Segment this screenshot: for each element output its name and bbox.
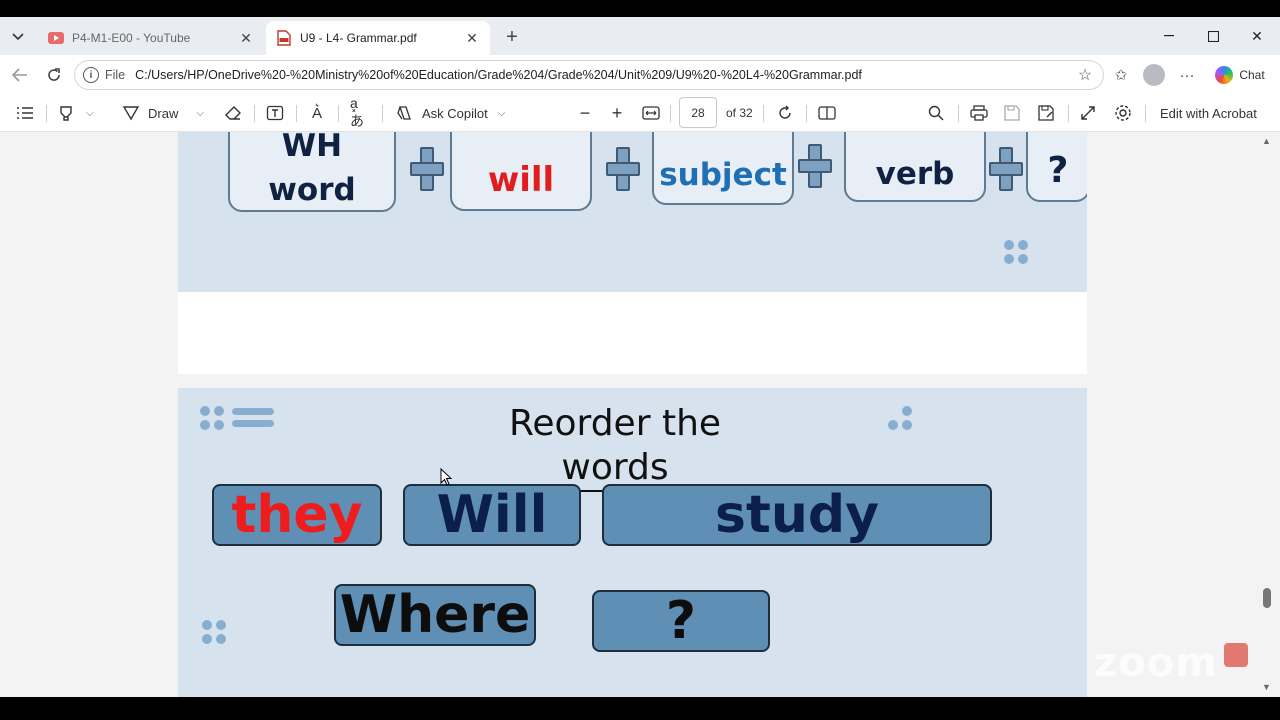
search-icon[interactable]	[928, 101, 944, 125]
scroll-down-arrow-icon[interactable]: ▼	[1262, 682, 1271, 692]
scroll-thumb[interactable]	[1263, 588, 1271, 608]
decorative-dots	[1004, 240, 1030, 266]
formula-question-mark: ?	[1047, 150, 1069, 192]
decorative-dots	[202, 620, 228, 646]
plus-icon	[798, 144, 832, 188]
decorative-dots	[200, 406, 226, 432]
more-options-icon[interactable]: ···	[1176, 63, 1198, 87]
page-number-input[interactable]: 28	[679, 97, 717, 128]
zoom-watermark: zoom	[1094, 640, 1218, 686]
pdf-viewer[interactable]: WH word will subject verb ? Reorder the …	[0, 132, 1280, 697]
formula-card-question-mark: ?	[1026, 132, 1087, 202]
plus-icon	[606, 147, 640, 191]
url-text[interactable]: C:/Users/HP/OneDrive%20-%20Ministry%20of…	[135, 68, 1073, 82]
close-icon[interactable]: ✕	[464, 30, 480, 47]
address-bar[interactable]: i File C:/Users/HP/OneDrive%20-%20Minist…	[74, 60, 1104, 90]
print-icon[interactable]	[970, 101, 988, 125]
edit-with-acrobat-label: Edit with Acrobat	[1160, 105, 1257, 121]
formula-card-subject: subject	[652, 132, 794, 205]
pdf-page-current: Reorder the words they Will study Where …	[178, 388, 1087, 697]
rotate-icon[interactable]	[776, 101, 794, 125]
acrobat-badge-icon	[1224, 643, 1248, 667]
word-card-will: Will	[403, 484, 581, 546]
plus-icon	[989, 147, 1023, 191]
word-card-study: study	[602, 484, 992, 546]
word-question-mark: ?	[665, 591, 697, 651]
pdf-toolbar: ⌵ Draw ⌵ A͛ a͓あ Ask Copilot ⌵ − + Edit w…	[0, 95, 1280, 132]
back-arrow-icon[interactable]	[8, 63, 32, 87]
save-as-icon[interactable]	[1038, 101, 1054, 125]
add-text-icon[interactable]	[266, 101, 284, 125]
formula-subject: subject	[659, 157, 787, 194]
word-card-they: they	[212, 484, 382, 546]
formula-card-wh-word: WH word	[228, 132, 396, 212]
formula-wh-line: WH	[281, 132, 343, 164]
decorative-bars	[232, 408, 274, 428]
url-scheme: File	[105, 68, 126, 82]
formula-card-will: will	[450, 132, 592, 211]
ask-copilot-button[interactable]: Ask Copilot ⌵	[396, 101, 505, 125]
fit-width-icon[interactable]	[642, 101, 660, 125]
word-card-where: Where	[334, 584, 536, 646]
mouse-cursor-icon	[440, 468, 452, 486]
tab-actions-chevron-icon[interactable]	[6, 25, 30, 49]
pdf-icon	[276, 30, 292, 46]
favorites-icon[interactable]: ✩	[1110, 63, 1132, 87]
minimize-icon[interactable]	[1154, 25, 1184, 47]
tab-youtube[interactable]: P4-M1-E00 - YouTube ✕	[38, 21, 264, 55]
formula-will: will	[487, 159, 555, 200]
favorite-star-icon[interactable]: ☆	[1073, 65, 1097, 85]
tab-strip: P4-M1-E00 - YouTube ✕ U9 - L4- Grammar.p…	[0, 17, 1280, 55]
draw-label: Draw	[148, 105, 179, 121]
save-icon[interactable]	[1004, 101, 1020, 125]
contents-list-icon[interactable]	[16, 101, 34, 125]
draw-button[interactable]: Draw ⌵	[122, 101, 204, 125]
address-bar-row: i File C:/Users/HP/OneDrive%20-%20Minist…	[0, 55, 1280, 95]
word-study: study	[715, 485, 879, 545]
pdf-page-previous: WH word will subject verb ?	[178, 132, 1087, 374]
word-will: Will	[436, 485, 548, 545]
tab-title: U9 - L4- Grammar.pdf	[300, 31, 417, 45]
zoom-out-icon[interactable]: −	[576, 101, 594, 125]
maximize-icon[interactable]	[1198, 25, 1228, 47]
read-aloud-icon[interactable]: A͛	[308, 101, 326, 125]
copilot-chat-button[interactable]: Chat	[1208, 61, 1272, 89]
new-tab-plus-icon[interactable]: +	[500, 25, 524, 49]
formula-card-verb: verb	[844, 132, 986, 202]
page-view-icon[interactable]	[818, 101, 836, 125]
refresh-icon[interactable]	[42, 63, 66, 87]
translate-icon[interactable]: a͓あ	[350, 95, 368, 129]
eraser-icon[interactable]	[224, 101, 242, 125]
scroll-up-arrow-icon[interactable]: ▲	[1262, 136, 1271, 146]
word-where: Where	[339, 585, 531, 645]
profile-avatar[interactable]	[1143, 63, 1165, 87]
formula-word-line: word	[268, 172, 356, 208]
close-icon[interactable]: ✕	[238, 30, 254, 47]
screen: P4-M1-E00 - YouTube ✕ U9 - L4- Grammar.p…	[0, 0, 1280, 720]
tab-pdf[interactable]: U9 - L4- Grammar.pdf ✕	[266, 21, 490, 55]
settings-gear-icon[interactable]	[1114, 101, 1132, 125]
expand-icon[interactable]	[1080, 101, 1096, 125]
tab-title: P4-M1-E00 - YouTube	[72, 31, 191, 45]
bottom-frame	[0, 697, 1280, 720]
ask-copilot-label: Ask Copilot	[422, 105, 488, 121]
edit-with-acrobat-button[interactable]: Edit with Acrobat	[1160, 101, 1257, 125]
chat-label: Chat	[1239, 68, 1265, 82]
slide-title: Reorder the words	[454, 402, 776, 492]
window-close-icon[interactable]: ✕	[1242, 25, 1272, 47]
highlight-marker-icon[interactable]: ⌵	[58, 101, 94, 125]
word-card-question-mark: ?	[592, 590, 770, 652]
decorative-dots	[888, 406, 914, 432]
info-icon[interactable]: i	[83, 67, 99, 83]
zoom-in-icon[interactable]: +	[608, 101, 626, 125]
word-they: they	[231, 485, 363, 545]
formula-verb: verb	[875, 155, 955, 192]
copilot-icon	[1215, 66, 1234, 84]
youtube-icon	[48, 30, 64, 46]
plus-icon	[410, 147, 444, 191]
page-count: of 32	[726, 106, 753, 120]
vertical-scrollbar[interactable]	[1258, 132, 1280, 697]
